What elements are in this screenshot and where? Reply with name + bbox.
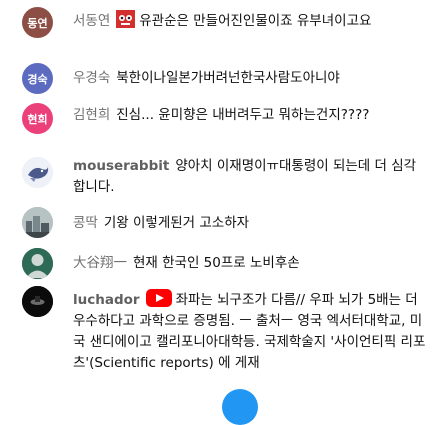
avatar-initials: 동연 — [27, 16, 48, 30]
author-name[interactable]: 大谷翔一 — [73, 255, 127, 271]
scroll-to-bottom-button[interactable] — [222, 389, 258, 425]
chat-message-list[interactable]: 동연 서동연 유관순은 만들어진인물이죠 유부녀이고요 경숙 우경숙 북한이나일본가… — [0, 0, 434, 401]
mascot-badge-icon — [116, 10, 136, 28]
bird-avatar-icon — [22, 157, 53, 188]
author-avatar[interactable]: 경숙 — [22, 63, 53, 94]
dark-photo-avatar-icon — [22, 286, 53, 317]
message-text: 진심... 윤미향은 내버려두고 뭐하는건지???? — [116, 107, 370, 123]
author-avatar[interactable] — [22, 286, 53, 317]
message-text: 현재 한국인 50프로 노비후손 — [133, 255, 300, 271]
author-avatar[interactable] — [22, 207, 53, 238]
message-text: 북한이나일본가버려넌한국사람도아니야 — [116, 70, 340, 86]
youtube-icon — [145, 289, 172, 307]
author-name[interactable]: mouserabbit — [73, 158, 169, 174]
author-name[interactable]: luchador — [73, 292, 140, 308]
author-name[interactable]: 우경숙 — [73, 70, 110, 86]
default-person-avatar-icon — [22, 248, 53, 279]
author-avatar[interactable] — [22, 157, 53, 188]
message-text: 유관순은 만들어진인물이죠 유부녀이고요 — [139, 13, 372, 29]
author-name[interactable]: 서동연 — [73, 13, 110, 29]
avatar-initials: 경숙 — [27, 72, 48, 86]
author-name[interactable]: 김현희 — [73, 107, 110, 123]
avatar-initials: 현희 — [27, 112, 48, 126]
author-name[interactable]: 콩딱 — [73, 215, 98, 231]
city-avatar-icon — [22, 207, 53, 238]
author-avatar[interactable]: 현희 — [22, 103, 53, 134]
message-text: 기왕 이렇게된거 고소하자 — [103, 215, 250, 231]
author-avatar[interactable] — [22, 248, 53, 279]
author-avatar[interactable]: 동연 — [22, 7, 53, 38]
